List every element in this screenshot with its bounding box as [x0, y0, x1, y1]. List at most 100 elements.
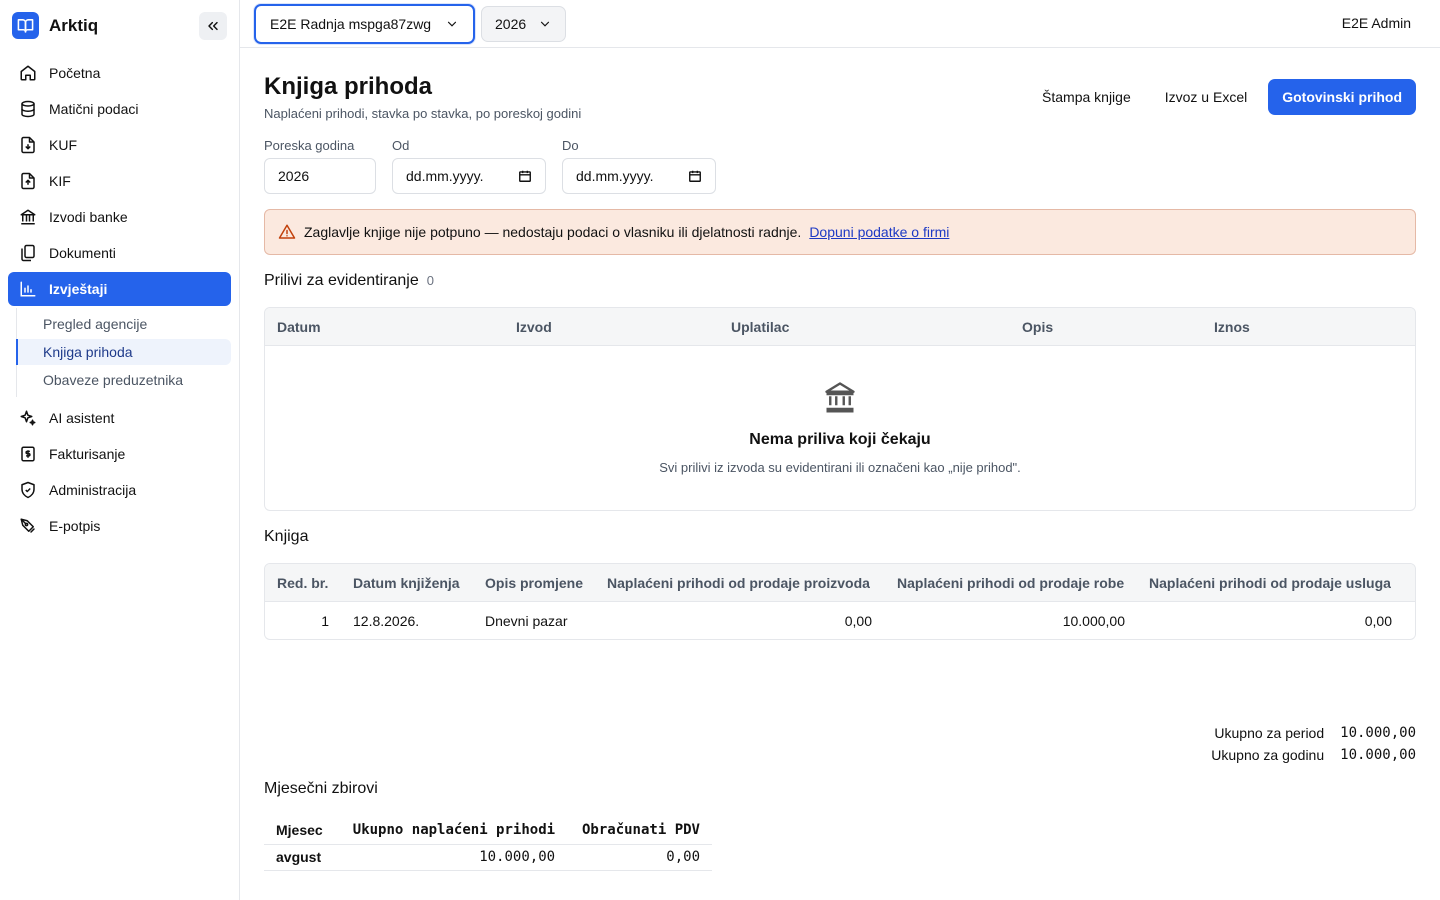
sidebar: Arktiq Početna Matični podaci KUF KIF Iz… [0, 0, 240, 900]
sidebar-item-ai-asistent[interactable]: AI asistent [8, 401, 231, 435]
inflows-table-header: Datum Izvod Uplatilac Opis Iznos [265, 308, 1415, 346]
inflows-empty-state: Nema priliva koji čekaju Svi prilivi iz … [265, 346, 1415, 510]
sparkles-icon [19, 409, 37, 427]
totals: Ukupno za period 10.000,00 Ukupno za god… [1211, 722, 1416, 766]
file-upload-icon [19, 172, 37, 190]
calendar-icon [519, 170, 531, 182]
date-to-label: Do [562, 138, 579, 153]
sidebar-item-label: KIF [49, 173, 71, 189]
file-download-icon [19, 136, 37, 154]
sidebar-item-label: KUF [49, 137, 77, 153]
reports-subnav: Pregled agencije Knjiga prihoda Obaveze … [16, 308, 231, 397]
chart-bar-icon [19, 280, 37, 298]
cash-income-button[interactable]: Gotovinski prihod [1268, 79, 1416, 115]
database-icon [19, 100, 37, 118]
column-header-mjesec: Mjesec [264, 816, 337, 845]
cell-prihodi-usluga: 0,00 [1364, 613, 1392, 629]
collapse-sidebar-button[interactable] [199, 12, 227, 40]
chevron-down-icon [447, 21, 457, 27]
total-year-label: Ukupno za godinu [1211, 747, 1325, 763]
shield-check-icon [19, 481, 37, 499]
sidebar-subitem-pregled-agencije[interactable]: Pregled agencije [17, 311, 231, 337]
alert-text: Zaglavlje knjige nije potpuno — nedostaj… [304, 224, 802, 240]
book-table: Red. br. Datum knjiženja Opis promjene N… [264, 563, 1416, 640]
total-year-line: Ukupno za godinu 10.000,00 [1211, 744, 1416, 766]
filters: Poreska godina 2026 Od dd.mm.yyyy. Do dd… [264, 138, 716, 194]
page-actions: Štampa knjige Izvoz u Excel Gotovinski p… [1025, 79, 1416, 115]
company-select[interactable]: E2E Radnja mspga87zwg [254, 4, 475, 44]
sidebar-item-label: Fakturisanje [49, 446, 126, 462]
incomplete-header-alert: Zaglavlje knjige nije potpuno — nedostaj… [264, 209, 1416, 255]
sidebar-item-izvodi-banke[interactable]: Izvodi banke [8, 200, 231, 234]
column-header-uplatilac: Uplatilac [731, 319, 790, 335]
column-header-red-br: Red. br. [277, 575, 329, 591]
bank-icon [822, 379, 858, 418]
date-to-input[interactable]: dd.mm.yyyy. [562, 158, 716, 194]
date-to-field: Do dd.mm.yyyy. [562, 138, 716, 194]
sidebar-item-label: E-potpis [49, 518, 101, 534]
cell-opis-promjene: Dnevni pazar [485, 613, 568, 629]
brand[interactable]: Arktiq [12, 12, 98, 39]
column-header-izvod: Izvod [516, 319, 552, 335]
book-table-header: Red. br. Datum knjiženja Opis promjene N… [265, 564, 1415, 602]
column-header-ukupno-prihodi: Ukupno naplaćeni prihodi [336, 816, 568, 845]
export-excel-button[interactable]: Izvoz u Excel [1148, 79, 1264, 115]
page-title: Knjiga prihoda [264, 73, 432, 100]
warning-icon [278, 224, 296, 239]
cell-obracunati-pdv: 0,00 [567, 844, 712, 871]
chevrons-left-icon [208, 21, 218, 31]
bank-icon [19, 208, 37, 226]
year-select[interactable]: 2026 [481, 6, 566, 42]
tax-year-input[interactable]: 2026 [264, 158, 376, 194]
date-from-placeholder: dd.mm.yyyy. [406, 168, 484, 184]
sidebar-item-izvjestaji[interactable]: Izvještaji [8, 272, 231, 306]
home-icon [19, 64, 37, 82]
pen-signature-icon [19, 517, 37, 535]
total-period-value: 10.000,00 [1340, 725, 1416, 741]
sidebar-item-e-potpis[interactable]: E-potpis [8, 509, 231, 543]
column-header-prihodi-usluga: Naplaćeni prihodi od prodaje usluga [1149, 575, 1391, 591]
monthly-totals-table: Mjesec Ukupno naplaćeni prihodi Obračuna… [264, 816, 712, 871]
calendar-icon [689, 170, 701, 182]
invoice-dollar-icon [19, 445, 37, 463]
company-select-value: E2E Radnja mspga87zwg [270, 16, 432, 32]
print-book-button[interactable]: Štampa knjige [1025, 79, 1148, 115]
date-from-field: Od dd.mm.yyyy. [392, 138, 546, 194]
column-header-prihodi-proizvoda: Naplaćeni prihodi od prodaje proizvoda [607, 575, 870, 591]
year-select-value: 2026 [495, 16, 527, 32]
sidebar-item-label: Izvještaji [49, 281, 108, 297]
empty-state-title: Nema priliva koji čekaju [749, 431, 931, 448]
sidebar-item-administracija[interactable]: Administracija [8, 473, 231, 507]
table-row[interactable]: 1 12.8.2026. Dnevni pazar 0,00 10.000,00… [265, 602, 1415, 639]
sidebar-item-pocetna[interactable]: Početna [8, 56, 231, 90]
user-menu[interactable]: E2E Admin [1342, 15, 1411, 31]
column-header-obracunati-pdv: Obračunati PDV [567, 816, 712, 845]
topbar: E2E Radnja mspga87zwg 2026 E2E Admin [240, 0, 1440, 48]
sidebar-subitem-obaveze-preduzetnika[interactable]: Obaveze preduzetnika [17, 367, 231, 393]
sidebar-item-fakturisanje[interactable]: Fakturisanje [8, 437, 231, 471]
complete-company-data-link[interactable]: Dopuni podatke o firmi [809, 224, 949, 240]
column-header-datum: Datum [277, 319, 321, 335]
total-period-label: Ukupno za period [1214, 725, 1325, 741]
tax-year-value: 2026 [278, 168, 310, 184]
date-to-placeholder: dd.mm.yyyy. [576, 168, 654, 184]
sidebar-item-label: AI asistent [49, 410, 115, 426]
cell-ukupno-prihodi: 10.000,00 [336, 844, 568, 871]
sidebar-item-kif[interactable]: KIF [8, 164, 231, 198]
date-from-label: Od [392, 138, 410, 153]
tax-year-label: Poreska godina [264, 138, 355, 153]
sidebar-item-label: Izvodi banke [49, 209, 128, 225]
sidebar-item-kuf[interactable]: KUF [8, 128, 231, 162]
chevron-down-icon [540, 21, 550, 27]
inflows-count: 0 [426, 273, 434, 288]
date-from-input[interactable]: dd.mm.yyyy. [392, 158, 546, 194]
cell-datum-knjizenja: 12.8.2026. [353, 613, 420, 629]
column-header-iznos: Iznos [1214, 319, 1250, 335]
column-header-opis-promjene: Opis promjene [485, 575, 584, 591]
inflows-section-title: Prilivi za evidentiranje 0 [264, 272, 434, 290]
sidebar-item-maticni-podaci[interactable]: Matični podaci [8, 92, 231, 126]
sidebar-subitem-knjiga-prihoda[interactable]: Knjiga prihoda [16, 339, 231, 365]
page-subtitle: Naplaćeni prihodi, stavka po stavka, po … [264, 106, 582, 121]
sidebar-item-dokumenti[interactable]: Dokumenti [8, 236, 231, 270]
brand-name: Arktiq [49, 15, 99, 35]
